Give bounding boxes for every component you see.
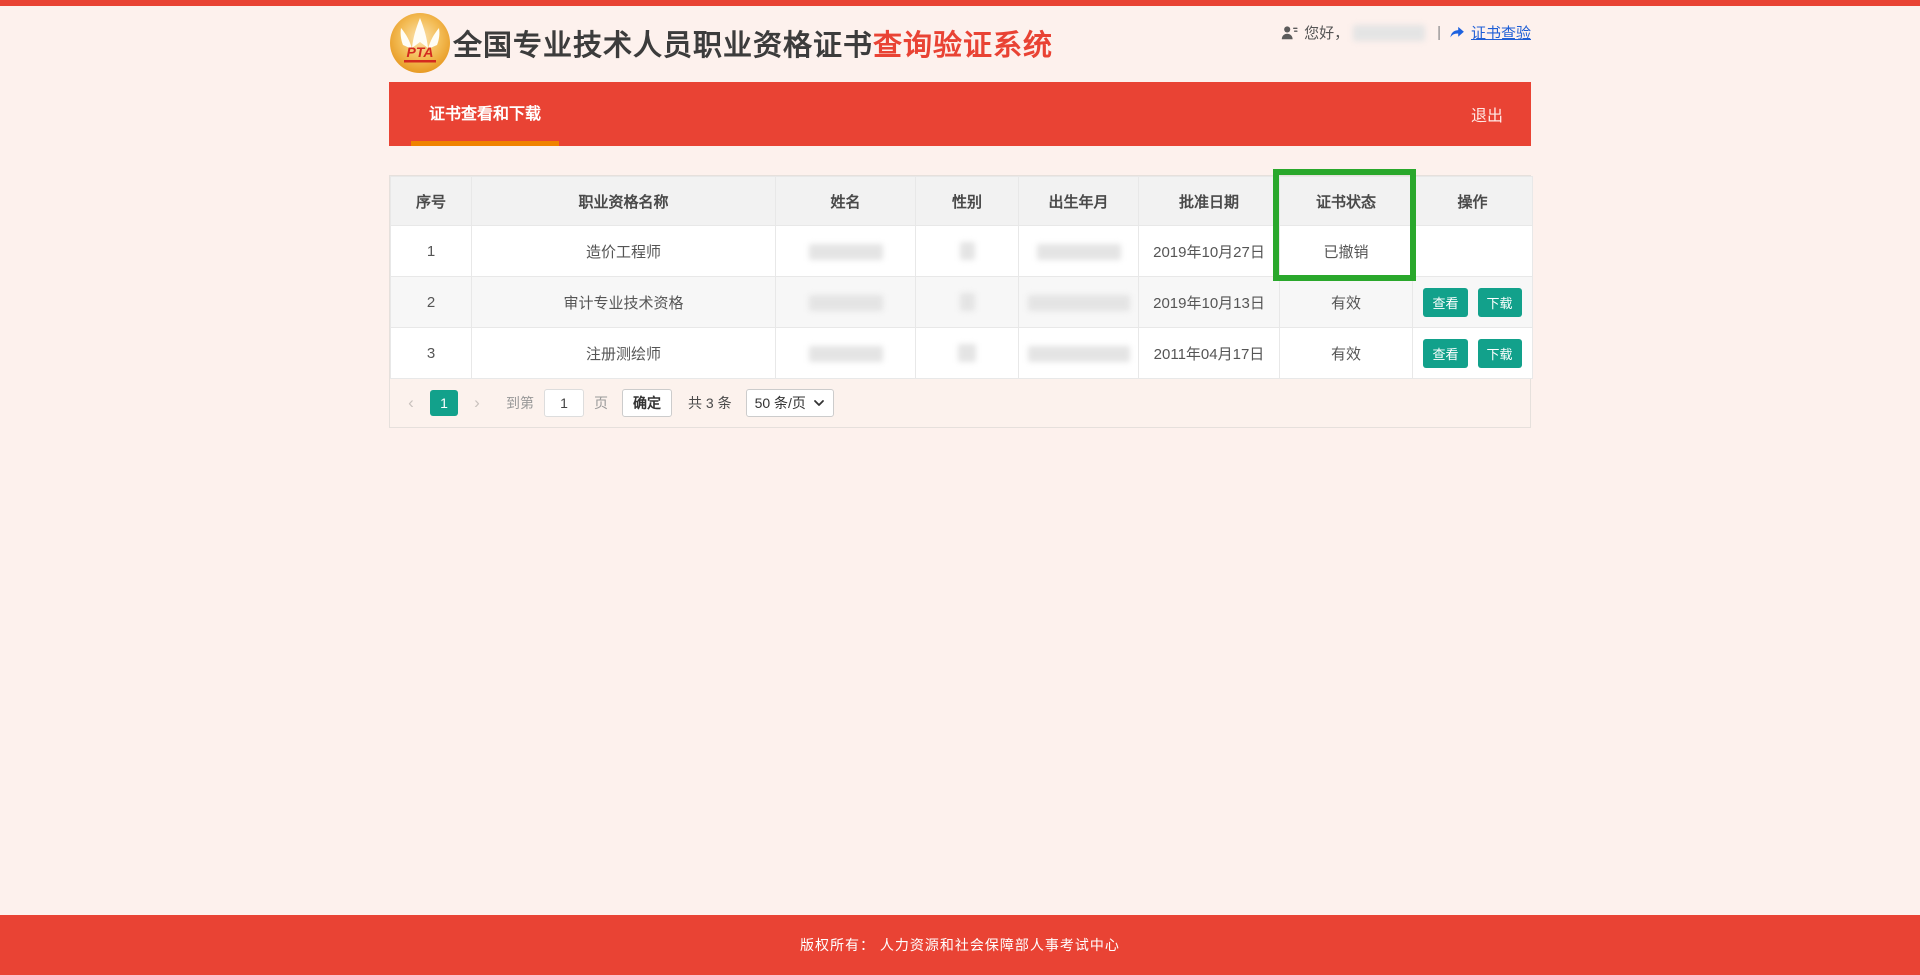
col-header-status: 证书状态 bbox=[1280, 177, 1413, 226]
svg-text:PTA: PTA bbox=[407, 44, 434, 60]
col-header-birth: 出生年月 bbox=[1019, 177, 1139, 226]
col-header-qualification: 职业资格名称 bbox=[472, 177, 776, 226]
user-icon bbox=[1280, 24, 1298, 42]
redacted-name bbox=[809, 244, 883, 260]
cell-approval-date: 2019年10月27日 bbox=[1139, 226, 1280, 277]
logout-button[interactable]: 退出 bbox=[1471, 82, 1503, 146]
cell-index: 2 bbox=[391, 277, 472, 328]
table-header-row: 序号 职业资格名称 姓名 性别 出生年月 批准日期 证书状态 操作 bbox=[391, 177, 1533, 226]
certificate-verify-link[interactable]: 证书查验 bbox=[1449, 22, 1531, 43]
page-header: PTA 全国专业技术人员职业资格证书查询验证系统 您好， | 证书查验 bbox=[389, 6, 1531, 82]
confirm-page-button[interactable]: 确定 bbox=[622, 389, 672, 417]
prev-page-button[interactable]: ‹ bbox=[398, 393, 424, 413]
page-title-accent: 查询验证系统 bbox=[873, 30, 1053, 62]
total-count-label: 共 3 条 bbox=[688, 393, 732, 413]
table-row: 1 造价工程师 2019年10月27日 已撤销 bbox=[391, 226, 1533, 277]
cell-approval-date: 2019年10月13日 bbox=[1139, 277, 1280, 328]
redacted-birth-date bbox=[1028, 346, 1130, 362]
col-header-actions: 操作 bbox=[1413, 177, 1533, 226]
navbar: 证书查看和下载 退出 bbox=[389, 82, 1531, 146]
next-page-button[interactable]: › bbox=[464, 393, 490, 413]
download-button[interactable]: 下载 bbox=[1478, 339, 1522, 368]
view-button[interactable]: 查看 bbox=[1423, 339, 1467, 368]
verify-link-label: 证书查验 bbox=[1471, 22, 1531, 43]
redacted-name bbox=[809, 346, 883, 362]
logout-label: 退出 bbox=[1471, 102, 1503, 126]
cell-birth bbox=[1019, 226, 1139, 277]
cell-index: 3 bbox=[391, 328, 472, 379]
brand: PTA 全国专业技术人员职业资格证书查询验证系统 bbox=[389, 12, 1053, 74]
cell-birth bbox=[1019, 277, 1139, 328]
redacted-username bbox=[1353, 25, 1425, 41]
cell-qualification: 注册测绘师 bbox=[472, 328, 776, 379]
table-row: 2 审计专业技术资格 2019年10月13日 有效 查看下载 bbox=[391, 277, 1533, 328]
goto-page-prefix: 到第 bbox=[506, 393, 534, 413]
redacted-birth-date bbox=[1028, 295, 1130, 311]
user-box: 您好， | 证书查验 bbox=[1280, 22, 1531, 43]
cell-actions bbox=[1413, 226, 1533, 277]
cell-gender bbox=[916, 328, 1019, 379]
footer: 版权所有： 人力资源和社会保障部人事考试中心 bbox=[0, 915, 1920, 975]
cell-name bbox=[776, 328, 916, 379]
col-header-approval-date: 批准日期 bbox=[1139, 177, 1280, 226]
cell-gender bbox=[916, 277, 1019, 328]
page-number-input[interactable] bbox=[544, 389, 584, 417]
redacted-gender bbox=[960, 293, 975, 311]
redacted-birth-date bbox=[1037, 244, 1121, 260]
col-header-index: 序号 bbox=[391, 177, 472, 226]
chevron-down-icon bbox=[813, 397, 825, 409]
download-button[interactable]: 下载 bbox=[1478, 288, 1522, 317]
cell-qualification: 造价工程师 bbox=[472, 226, 776, 277]
cell-approval-date: 2011年04月17日 bbox=[1139, 328, 1280, 379]
current-page-button[interactable]: 1 bbox=[430, 390, 458, 416]
view-button[interactable]: 查看 bbox=[1423, 288, 1467, 317]
pta-logo: PTA bbox=[389, 12, 451, 74]
cell-birth bbox=[1019, 328, 1139, 379]
certificate-table: 序号 职业资格名称 姓名 性别 出生年月 批准日期 证书状态 操作 1 造价工程… bbox=[390, 176, 1533, 379]
cell-name bbox=[776, 226, 916, 277]
col-header-name: 姓名 bbox=[776, 177, 916, 226]
page-size-select[interactable]: 50 条/页 bbox=[746, 389, 834, 417]
cell-gender bbox=[916, 226, 1019, 277]
tab-view-download-label: 证书查看和下载 bbox=[429, 100, 541, 124]
tab-view-download[interactable]: 证书查看和下载 bbox=[411, 82, 559, 146]
redacted-gender bbox=[958, 344, 976, 362]
table-row: 3 注册测绘师 2011年04月17日 有效 查看下载 bbox=[391, 328, 1533, 379]
copyright-text: 版权所有： 人力资源和社会保障部人事考试中心 bbox=[800, 935, 1120, 955]
cell-qualification: 审计专业技术资格 bbox=[472, 277, 776, 328]
cell-actions: 查看下载 bbox=[1413, 277, 1533, 328]
page-title-main: 全国专业技术人员职业资格证书 bbox=[453, 30, 873, 62]
cell-status: 已撤销 bbox=[1280, 226, 1413, 277]
pagination-bar: ‹ 1 › 到第 页 确定 共 3 条 50 条/页 bbox=[390, 379, 1530, 427]
page-title: 全国专业技术人员职业资格证书查询验证系统 bbox=[453, 22, 1053, 64]
cell-status: 有效 bbox=[1280, 277, 1413, 328]
forward-arrow-icon bbox=[1449, 24, 1466, 41]
page-size-value: 50 条/页 bbox=[755, 393, 806, 413]
separator: | bbox=[1437, 24, 1441, 41]
cell-name bbox=[776, 277, 916, 328]
certificate-table-container: 序号 职业资格名称 姓名 性别 出生年月 批准日期 证书状态 操作 1 造价工程… bbox=[389, 175, 1531, 428]
cell-index: 1 bbox=[391, 226, 472, 277]
redacted-name bbox=[809, 295, 883, 311]
redacted-gender bbox=[960, 242, 975, 260]
col-header-gender: 性别 bbox=[916, 177, 1019, 226]
greeting-label: 您好， bbox=[1304, 22, 1349, 43]
main-content: 序号 职业资格名称 姓名 性别 出生年月 批准日期 证书状态 操作 1 造价工程… bbox=[389, 175, 1531, 428]
cell-actions: 查看下载 bbox=[1413, 328, 1533, 379]
goto-page-suffix: 页 bbox=[594, 393, 608, 413]
cell-status: 有效 bbox=[1280, 328, 1413, 379]
